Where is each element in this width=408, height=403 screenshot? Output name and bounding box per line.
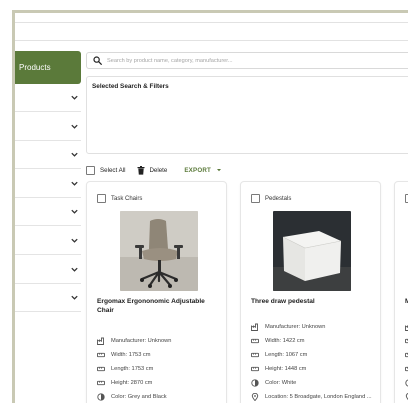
factory-icon xyxy=(97,337,104,345)
product-card[interactable]: Pedestals Three draw pedestal Manufacturer… xyxy=(240,181,381,403)
card-category-label: Task Chairs xyxy=(111,195,143,202)
card-spec-value: Manufacturer: Unknown xyxy=(111,338,172,344)
sidebar-collapsed-item[interactable] xyxy=(15,198,81,227)
sidebar-collapsed-item[interactable] xyxy=(15,141,81,170)
trash-icon xyxy=(137,165,145,175)
product-card[interactable]: Task Chairs Ergomax Ergononomic Adjustabl… xyxy=(86,181,227,403)
card-select-checkbox[interactable] xyxy=(251,194,260,203)
caret-down-icon xyxy=(217,169,221,172)
delete-button[interactable]: Delete xyxy=(137,165,168,175)
chevron-down-icon xyxy=(71,95,78,100)
product-card[interactable]: Mee xyxy=(394,181,408,403)
card-spec-value: Location: 5 Broadgate, London England ..… xyxy=(265,394,372,400)
product-image-chair xyxy=(120,211,198,291)
card-spec-width: Width: 1753 cm xyxy=(97,351,151,359)
card-spec-height: Height: 1448 cm xyxy=(251,365,306,373)
export-dropdown[interactable]: EXPORT xyxy=(184,167,222,174)
card-category: Pedestals xyxy=(251,194,291,203)
sidebar-collapsed-item[interactable] xyxy=(15,170,81,198)
card-spec-width: Width: 1422 cm xyxy=(251,337,305,345)
filters-title: Selected Search & Filters xyxy=(92,83,169,90)
sidebar-collapsed-item[interactable] xyxy=(15,284,81,313)
factory-icon xyxy=(251,323,258,331)
chevron-down-icon xyxy=(71,210,78,215)
sidebar-item-products[interactable]: Products xyxy=(15,51,81,84)
top-divider xyxy=(15,22,408,23)
card-spec-location: Location: 5 Broadgate, London England ..… xyxy=(251,393,372,401)
card-spec-color: Color: Grey and Black xyxy=(97,393,167,401)
sidebar-collapsed-item[interactable] xyxy=(15,84,81,112)
card-category-label: Pedestals xyxy=(265,195,292,202)
card-spec-length: Length: 1753 cm xyxy=(97,365,153,373)
sidebar-collapsed-item[interactable] xyxy=(15,256,81,284)
card-title[interactable]: Three draw pedestal xyxy=(251,298,375,307)
search-input[interactable] xyxy=(107,57,357,64)
select-all-control[interactable]: Select All xyxy=(86,165,126,175)
card-spec-value: Manufacturer: Unknown xyxy=(265,324,326,330)
card-spec-value: Color: White xyxy=(265,380,297,386)
chevron-down-icon xyxy=(71,181,78,186)
search-bar[interactable] xyxy=(86,52,408,69)
ruler-icon xyxy=(97,380,105,386)
sidebar: Products xyxy=(15,51,81,403)
search-icon xyxy=(93,56,102,65)
color-contrast-icon xyxy=(97,393,105,401)
select-all-checkbox[interactable] xyxy=(86,165,95,175)
card-spec-manufacturer: Manufacturer: Unknown xyxy=(97,337,171,345)
card-category: Task Chairs xyxy=(97,194,142,203)
export-label: EXPORT xyxy=(184,166,211,174)
card-select-checkbox[interactable] xyxy=(97,194,106,203)
app-window: Products Selected Search & Filters Selec… xyxy=(0,0,408,403)
card-spec-length: Length: 1067 cm xyxy=(251,351,307,359)
card-title[interactable]: Ergomax Ergononomic Adjustable Chair xyxy=(97,298,221,315)
ruler-icon xyxy=(251,366,259,372)
delete-label: Delete xyxy=(149,166,168,174)
ruler-icon xyxy=(251,352,259,358)
selected-filters-panel: Selected Search & Filters xyxy=(86,76,408,154)
bulk-actions-toolbar: Select All Delete EXPORT xyxy=(86,163,222,177)
card-image[interactable] xyxy=(273,211,351,291)
ruler-icon xyxy=(251,338,259,344)
card-spec-value: Length: 1067 cm xyxy=(265,352,308,358)
chevron-down-icon xyxy=(71,267,78,272)
sidebar-collapsed-item[interactable] xyxy=(15,227,81,255)
product-image-pedestal xyxy=(273,211,351,291)
chevron-down-icon xyxy=(71,295,78,300)
chevron-down-icon xyxy=(71,238,78,243)
select-all-label: Select All xyxy=(100,166,126,174)
card-spec-color: Color: White xyxy=(251,379,296,387)
card-spec-value: Color: Grey and Black xyxy=(111,394,167,400)
ruler-icon xyxy=(97,352,105,358)
card-image[interactable] xyxy=(120,211,198,291)
ruler-icon xyxy=(97,366,105,372)
card-spec-value: Length: 1753 cm xyxy=(111,366,154,372)
sidebar-collapsed-item[interactable] xyxy=(15,113,81,141)
header-divider xyxy=(15,40,408,41)
card-spec-height: Height: 2870 cm xyxy=(97,379,152,387)
card-spec-value: Width: 1422 cm xyxy=(265,338,305,344)
app-content: Products Selected Search & Filters Selec… xyxy=(15,13,408,403)
card-spec-value: Height: 1448 cm xyxy=(265,366,307,372)
sidebar-item-label: Products xyxy=(19,63,51,72)
card-spec-value: Width: 1753 cm xyxy=(111,352,151,358)
card-spec-manufacturer: Manufacturer: Unknown xyxy=(251,323,325,331)
color-contrast-icon xyxy=(251,379,259,387)
chevron-down-icon xyxy=(71,124,78,129)
location-pin-icon xyxy=(251,393,259,401)
card-spec-value: Height: 2870 cm xyxy=(111,380,153,386)
chevron-down-icon xyxy=(71,152,78,157)
